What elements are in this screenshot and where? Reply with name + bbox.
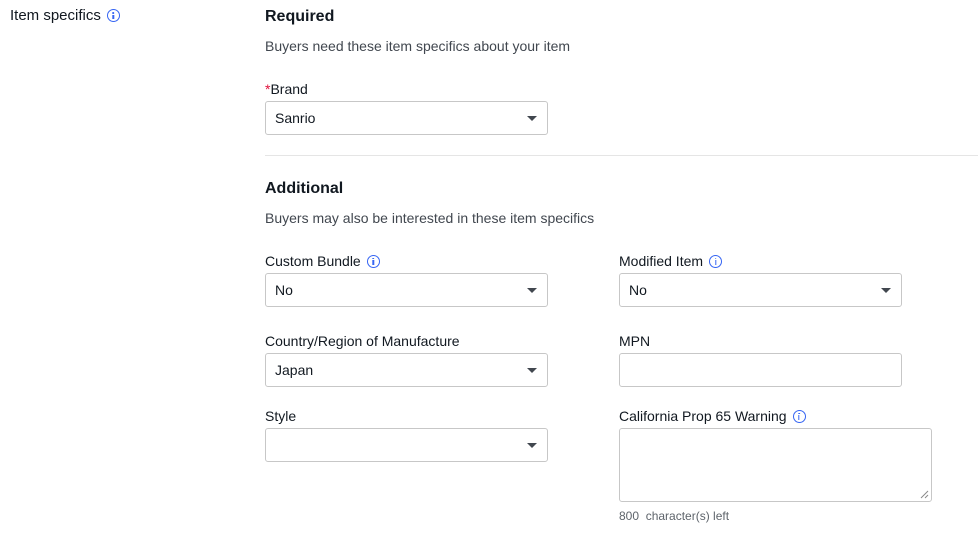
dropdown-caret-icon — [527, 288, 537, 293]
style-label-text: Style — [265, 408, 297, 424]
info-icon[interactable] — [106, 9, 120, 22]
character-counter: 800 character(s) left — [619, 509, 729, 523]
dropdown-caret-icon — [527, 116, 537, 121]
style-select[interactable] — [265, 428, 548, 462]
additional-description: Buyers may also be interested in these i… — [265, 210, 595, 226]
brand-label-text: Brand — [270, 81, 308, 97]
custom-bundle-select[interactable]: No — [265, 273, 548, 307]
country-label-text: Country/Region of Manufacture — [265, 333, 460, 349]
style-label: Style — [265, 408, 296, 424]
mpn-label: MPN — [619, 333, 650, 349]
mpn-label-text: MPN — [619, 333, 651, 349]
prop65-textarea[interactable] — [619, 428, 932, 502]
section-label: Item specifics — [10, 7, 120, 24]
modified-item-select[interactable]: No — [619, 273, 902, 307]
required-heading: Required — [265, 8, 335, 25]
prop65-label-text: California Prop 65 Warning — [619, 408, 787, 424]
required-description: Buyers need these item specifics about y… — [265, 38, 571, 54]
info-icon[interactable] — [709, 254, 723, 268]
custom-bundle-label: Custom Bundle — [265, 253, 380, 269]
prop65-label: California Prop 65 Warning — [619, 408, 806, 424]
additional-heading: Additional — [265, 180, 344, 197]
brand-value: Sanrio — [275, 110, 316, 126]
brand-select[interactable]: Sanrio — [265, 101, 548, 135]
dropdown-caret-icon — [527, 443, 537, 448]
counter-text: character(s) left — [645, 509, 730, 523]
section-divider — [265, 155, 978, 156]
brand-label: * Brand — [265, 81, 308, 97]
mpn-input[interactable] — [619, 353, 902, 387]
modified-item-label: Modified Item — [619, 253, 723, 269]
country-select[interactable]: Japan — [265, 353, 548, 387]
custom-bundle-label-text: Custom Bundle — [265, 253, 361, 269]
info-icon[interactable] — [366, 254, 380, 268]
modified-item-label-text: Modified Item — [619, 253, 704, 269]
modified-item-value: No — [629, 282, 647, 298]
resize-handle-icon[interactable] — [920, 490, 929, 499]
counter-number: 800 — [619, 509, 640, 523]
section-title: Item specifics — [10, 7, 101, 24]
dropdown-caret-icon — [881, 288, 891, 293]
info-icon[interactable] — [792, 409, 806, 423]
country-label: Country/Region of Manufacture — [265, 333, 460, 349]
country-value: Japan — [275, 362, 314, 378]
dropdown-caret-icon — [527, 368, 537, 373]
custom-bundle-value: No — [275, 282, 293, 298]
